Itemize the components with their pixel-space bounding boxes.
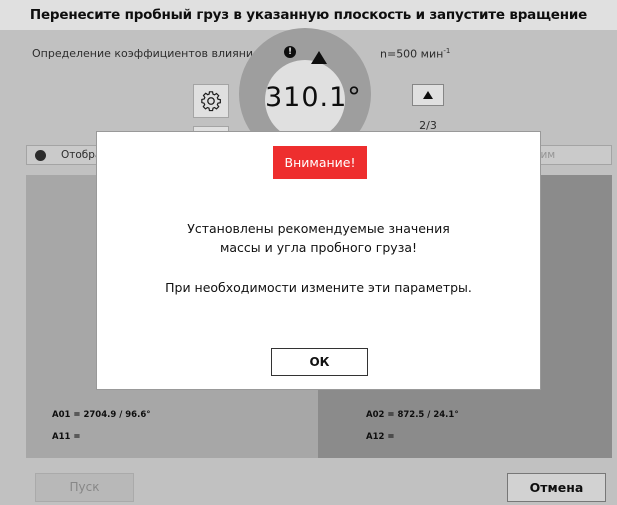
dialog-message-line-1: Установлены рекомендуемые значения (187, 221, 450, 236)
dialog-hint: При необходимости измените эти параметры… (165, 280, 472, 295)
dialog-message: Установлены рекомендуемые значения массы… (97, 219, 540, 257)
ok-button[interactable]: ОК (271, 348, 368, 376)
warning-dialog: Внимание! Установлены рекомендуемые знач… (96, 131, 541, 390)
warning-badge: Внимание! (273, 146, 367, 179)
dialog-message-line-2: массы и угла пробного груза! (219, 240, 418, 255)
